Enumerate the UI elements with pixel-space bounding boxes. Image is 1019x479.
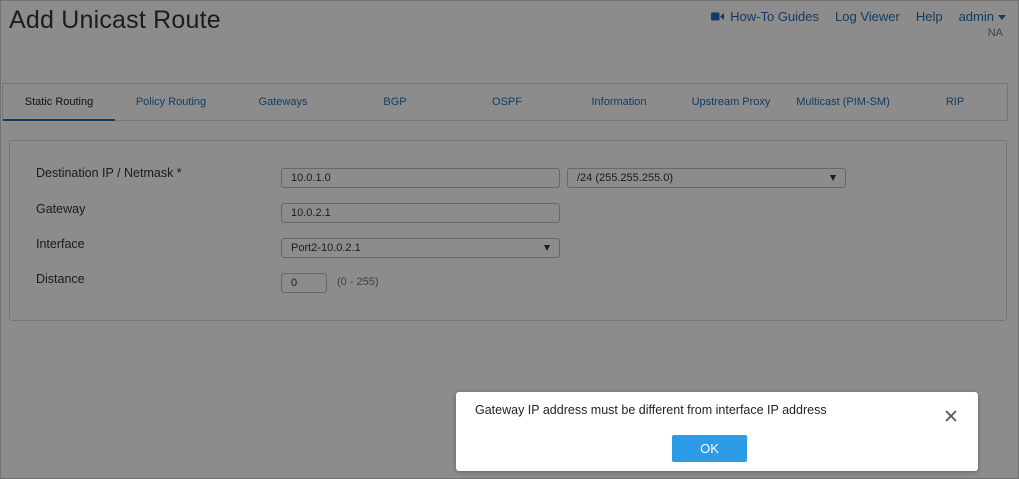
dialog-message: Gateway IP address must be different fro… (475, 403, 827, 417)
close-icon[interactable] (944, 409, 958, 423)
ok-button[interactable]: OK (672, 435, 747, 462)
alert-dialog: Gateway IP address must be different fro… (456, 392, 978, 471)
